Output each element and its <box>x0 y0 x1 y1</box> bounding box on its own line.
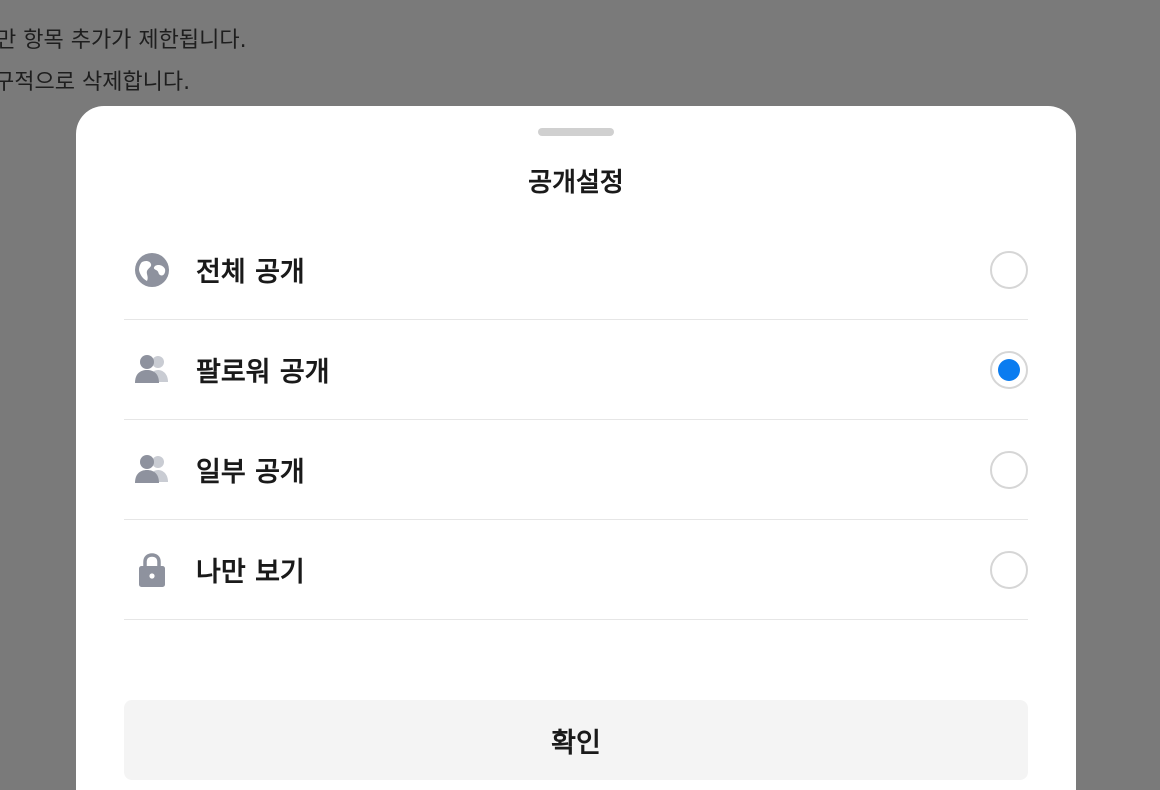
radio-partial[interactable] <box>990 450 1028 489</box>
privacy-bottom-sheet: 공개설정 전체 공개 팔로워 공개 일부 공개 나만 보기 확인 <box>76 106 1076 790</box>
option-followers[interactable]: 팔로워 공개 <box>124 320 1028 420</box>
option-public[interactable]: 전체 공개 <box>124 220 1028 320</box>
lock-icon <box>132 550 172 590</box>
globe-icon <box>132 250 172 290</box>
confirm-button[interactable]: 확인 <box>124 700 1028 780</box>
radio-private[interactable] <box>990 550 1028 589</box>
background-text-line-1: 만 항목 추가가 제한됩니다. <box>0 28 247 53</box>
option-private-label: 나만 보기 <box>196 557 305 588</box>
users-icon <box>132 350 172 390</box>
option-partial-label: 일부 공개 <box>196 457 305 488</box>
option-public-label: 전체 공개 <box>196 257 305 288</box>
option-followers-label: 팔로워 공개 <box>196 357 330 388</box>
option-partial[interactable]: 일부 공개 <box>124 420 1028 520</box>
radio-public[interactable] <box>990 250 1028 289</box>
background-text-line-2: 구적으로 삭제합니다. <box>0 70 191 95</box>
drag-handle[interactable] <box>538 128 614 136</box>
radio-followers[interactable] <box>990 350 1028 389</box>
users-icon <box>132 450 172 490</box>
privacy-options-list: 전체 공개 팔로워 공개 일부 공개 나만 보기 <box>124 220 1028 620</box>
sheet-title: 공개설정 <box>528 168 624 198</box>
option-private[interactable]: 나만 보기 <box>124 520 1028 620</box>
